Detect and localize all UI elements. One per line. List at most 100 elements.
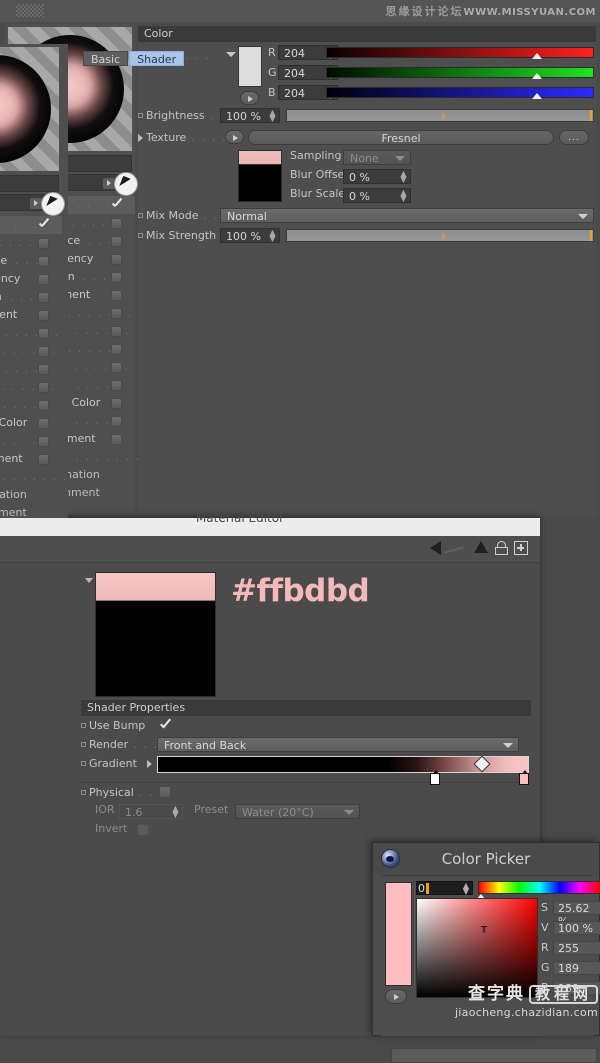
channel-item-reflection[interactable]: Reflection . . . . bbox=[0, 288, 62, 306]
use-bump-toggle-dot[interactable] bbox=[81, 723, 86, 728]
color-picker-value[interactable]: 25.62 % bbox=[553, 901, 600, 928]
up-arrow-icon[interactable] bbox=[474, 541, 488, 553]
channel-checkbox[interactable] bbox=[38, 310, 49, 321]
blur-scale-spinner-icon[interactable]: ▲ ▼ bbox=[400, 189, 407, 203]
texture-expand-triangle-icon[interactable] bbox=[138, 134, 143, 142]
channel-checkbox[interactable] bbox=[38, 238, 49, 249]
blur-scale-input[interactable]: 0 % ▲ ▼ bbox=[343, 188, 411, 203]
channel-checkbox[interactable] bbox=[38, 400, 49, 411]
channel-checkbox[interactable] bbox=[111, 272, 122, 283]
color-picker-value[interactable]: 255 bbox=[553, 941, 600, 955]
b-slider[interactable] bbox=[326, 87, 594, 99]
add-icon[interactable] bbox=[514, 541, 528, 555]
channel-item-editor[interactable]: Editor . . . . . . . bbox=[0, 468, 66, 486]
channel-checkbox[interactable] bbox=[111, 236, 122, 247]
color-swatch[interactable] bbox=[238, 46, 262, 87]
mix-strength-toggle-dot[interactable] bbox=[138, 233, 143, 238]
color-preview-swatch[interactable] bbox=[385, 882, 412, 986]
gradient-toggle-dot[interactable] bbox=[81, 761, 86, 766]
mix-strength-input[interactable]: 100 % ▲ ▼ bbox=[220, 228, 280, 243]
channel-checkbox[interactable] bbox=[38, 364, 49, 375]
g-slider[interactable] bbox=[326, 67, 594, 79]
ior-input[interactable]: 1.6 ▲ ▼ bbox=[119, 804, 183, 819]
mix-strength-spinner-icon[interactable]: ▲ ▼ bbox=[269, 229, 276, 243]
brightness-toggle-dot[interactable] bbox=[138, 113, 143, 118]
color-picker-header[interactable]: Color Picker bbox=[373, 843, 599, 874]
mix-strength-slider-knob[interactable] bbox=[590, 230, 592, 241]
channel-checkbox[interactable] bbox=[111, 326, 122, 337]
gradient-knot-2[interactable] bbox=[519, 770, 529, 785]
channel-item-displacement[interactable]: Displacement bbox=[0, 450, 62, 468]
use-bump-checkbox[interactable] bbox=[159, 718, 172, 732]
mix-mode-toggle-dot[interactable] bbox=[138, 213, 143, 218]
channel-item-normal[interactable]: Normal . . . . . . bbox=[0, 360, 62, 378]
sampling-dropdown[interactable]: None bbox=[343, 150, 411, 165]
gradient-knot-1[interactable] bbox=[430, 770, 440, 785]
texture-menu-button[interactable] bbox=[225, 130, 244, 144]
tab-basic[interactable]: Basic bbox=[83, 51, 129, 66]
hue-input[interactable]: 0 ▲ ▼ bbox=[416, 881, 473, 896]
channel-checkbox[interactable] bbox=[111, 434, 122, 445]
mix-strength-slider[interactable] bbox=[286, 229, 594, 242]
channel-item-assignment[interactable]: Assignment bbox=[0, 504, 62, 522]
physical-toggle-dot[interactable] bbox=[81, 790, 86, 795]
brightness-input[interactable]: 100 % ▲ ▼ bbox=[220, 108, 280, 123]
texture-value-button[interactable]: Fresnel bbox=[248, 130, 554, 145]
channel-item-diffusion[interactable]: Diffusion. . . . . bbox=[0, 234, 62, 252]
channel-checkbox[interactable] bbox=[111, 344, 122, 355]
shader-gradient-preview[interactable] bbox=[95, 572, 216, 697]
channel-item-transparency[interactable]: Transparency bbox=[0, 270, 62, 288]
channel-item-specular[interactable]: Specular . . . . . bbox=[0, 396, 62, 414]
gradient-expand-triangle-icon[interactable] bbox=[147, 760, 152, 768]
front-search-input[interactable] bbox=[0, 194, 45, 211]
channel-checkmark-icon[interactable] bbox=[111, 199, 124, 212]
render-toggle-dot[interactable] bbox=[81, 742, 86, 747]
back-arrow-icon[interactable] bbox=[430, 541, 441, 555]
lock-icon[interactable] bbox=[495, 541, 508, 555]
blur-offset-spinner-icon[interactable]: ▲ ▼ bbox=[400, 170, 407, 184]
channel-checkbox[interactable] bbox=[38, 292, 49, 303]
channel-item-luminance[interactable]: Luminance . . . bbox=[0, 252, 62, 270]
render-dropdown[interactable]: Front and Back bbox=[157, 737, 519, 752]
channel-checkmark-icon[interactable] bbox=[38, 219, 51, 232]
channel-checkbox[interactable] bbox=[38, 328, 49, 339]
tab-shader[interactable]: Shader bbox=[129, 51, 185, 66]
r-slider-knob[interactable] bbox=[532, 53, 542, 59]
channel-checkbox[interactable] bbox=[111, 254, 122, 265]
channel-item-specular-color[interactable]: Specular Color bbox=[0, 414, 62, 432]
channel-item-alpha[interactable]: Alpha. . . . . . . . bbox=[0, 378, 62, 396]
channel-checkbox[interactable] bbox=[111, 416, 122, 427]
channel-checkbox[interactable] bbox=[38, 454, 49, 465]
channel-checkbox[interactable] bbox=[111, 218, 122, 229]
channel-item-illumination[interactable]: Illumination bbox=[0, 486, 62, 504]
color-picker-value[interactable]: 100 % bbox=[553, 921, 600, 935]
r-slider[interactable] bbox=[326, 47, 594, 59]
channel-item-fog[interactable]: Fog . . . . . . . . . bbox=[0, 324, 62, 342]
color-expand-caret-icon[interactable] bbox=[226, 52, 236, 57]
channel-checkbox[interactable] bbox=[111, 362, 122, 373]
invert-checkbox[interactable] bbox=[137, 824, 149, 836]
color-more-button[interactable] bbox=[240, 91, 259, 105]
texture-thumbnail[interactable] bbox=[238, 150, 282, 202]
color-picker-value[interactable]: 189 bbox=[553, 961, 600, 975]
channel-item-color[interactable]: Color . . . . . . bbox=[0, 216, 62, 234]
brightness-slider-knob[interactable] bbox=[590, 110, 592, 121]
channel-item-glow[interactable]: Glow . . . . . . . bbox=[0, 432, 62, 450]
g-slider-knob[interactable] bbox=[532, 73, 542, 79]
channel-checkbox[interactable] bbox=[38, 256, 49, 267]
preset-dropdown[interactable]: Water (20°C) bbox=[235, 804, 360, 819]
hue-strip[interactable] bbox=[478, 881, 600, 894]
channel-checkbox[interactable] bbox=[111, 380, 122, 391]
channel-checkbox[interactable] bbox=[38, 382, 49, 393]
texture-more-button[interactable]: ... bbox=[559, 130, 589, 145]
mix-mode-dropdown[interactable]: Normal bbox=[220, 208, 594, 223]
channel-item-bump[interactable]: Bump. . . . . . . . bbox=[0, 342, 62, 360]
brightness-spinner-icon[interactable]: ▲ ▼ bbox=[269, 109, 276, 123]
channel-checkbox[interactable] bbox=[38, 436, 49, 447]
front-material-preview[interactable] bbox=[0, 47, 59, 171]
color-picker-options-button[interactable] bbox=[385, 989, 407, 1004]
b-slider-knob[interactable] bbox=[532, 93, 542, 99]
color-picker-footer-bar[interactable] bbox=[391, 1048, 597, 1063]
physical-checkbox[interactable] bbox=[159, 786, 171, 798]
channel-checkbox[interactable] bbox=[111, 308, 122, 319]
